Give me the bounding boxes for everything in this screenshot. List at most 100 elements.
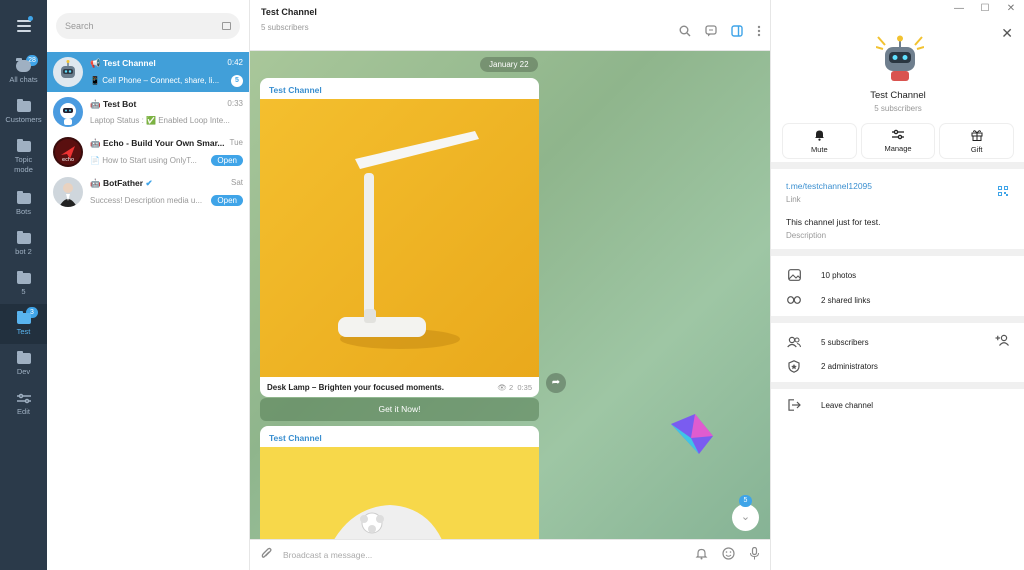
comments-icon[interactable] [705, 25, 717, 40]
folder-rail: 28 All chats Customers Topic mode Bots b… [0, 0, 47, 570]
maximize-button[interactable]: ☐ [972, 0, 998, 16]
main-menu-button[interactable] [0, 0, 47, 52]
leave-channel-item[interactable]: Leave channel [787, 398, 873, 412]
folder-icon [16, 98, 31, 112]
shared-links-item[interactable]: 2 shared links [787, 293, 870, 307]
sidebar-toggle-icon[interactable] [731, 25, 743, 40]
chat-item-botfather[interactable]: 🤖 BotFather ✔ Sat Success! Description me… [47, 172, 249, 212]
folder-icon [16, 230, 31, 244]
qr-code-icon[interactable] [998, 186, 1008, 196]
folder-label: Dev [16, 366, 31, 376]
message-input[interactable]: Broadcast a message... [283, 550, 695, 560]
channel-actions: Mute Manage Gift [783, 124, 1014, 158]
chat-title: 📢 Test Channel [90, 57, 156, 68]
folder-customers[interactable]: Customers [0, 92, 47, 132]
conversation-panel: Test Channel 5 subscribers January 22 Te… [250, 0, 770, 570]
gift-icon [971, 129, 983, 141]
folder-bots[interactable]: Bots [0, 184, 47, 224]
minimize-button[interactable]: — [946, 0, 972, 16]
menu-notification-dot [28, 16, 33, 21]
folder-label: Test [16, 326, 31, 336]
photos-item[interactable]: 10 photos [787, 268, 856, 282]
bell-icon [814, 130, 824, 141]
post-channel-name[interactable]: Test Channel [260, 426, 539, 447]
avatar [53, 97, 83, 127]
scroll-down-button[interactable]: ⌄ [732, 504, 759, 531]
folder-dev[interactable]: Dev [0, 344, 47, 384]
post-stats: 👁 2 0:35 [497, 383, 532, 392]
echo-logo-icon: echo [55, 139, 81, 165]
sliders-icon [16, 393, 31, 403]
open-button[interactable]: Open [211, 155, 243, 166]
sliders-icon [892, 129, 904, 140]
channel-post-2[interactable]: Test Channel [260, 426, 539, 539]
date-separator: January 22 [480, 57, 538, 72]
scroll-unread-badge: 5 [739, 495, 752, 507]
chat-time: 0:42 [227, 57, 243, 67]
gift-label: Gift [970, 144, 983, 154]
folder-bot-2[interactable]: bot 2 [0, 224, 47, 264]
close-window-button[interactable]: ✕ [998, 0, 1024, 16]
search-placeholder: Search [65, 21, 94, 31]
folder-label: Edit [17, 406, 30, 416]
folder-5[interactable]: 5 [0, 264, 47, 304]
channel-link[interactable]: t.me/testchannel12095 [786, 181, 872, 191]
avatar [53, 57, 83, 87]
subscribers-item[interactable]: 5 subscribers [787, 335, 869, 349]
divider [771, 249, 1024, 256]
folder-label: bot 2 [15, 246, 32, 256]
bell-icon[interactable] [695, 547, 708, 563]
people-icon [787, 335, 801, 349]
chat-background: January 22 Test Channel Desk Lamp – Brig… [250, 51, 770, 539]
game-controller-image [260, 447, 539, 539]
conversation-header[interactable]: Test Channel 5 subscribers [250, 0, 770, 51]
add-subscriber-icon[interactable] [995, 334, 1011, 346]
attach-icon[interactable] [260, 547, 272, 564]
administrators-item[interactable]: 2 administrators [787, 359, 878, 373]
chat-preview: 📱 Cell Phone – Connect, share, li... [90, 76, 220, 85]
avatar [53, 177, 83, 207]
chat-preview: 📄 How to Start using OnlyT... [90, 156, 197, 165]
mute-button[interactable]: Mute [783, 124, 856, 158]
chat-item-test-channel[interactable]: 📢 Test Channel 0:42 📱 Cell Phone – Connec… [47, 52, 249, 92]
caption-text: Desk Lamp – Brighten your focused moment… [267, 383, 444, 392]
emoji-icon[interactable] [722, 547, 735, 563]
chat-title: 🤖 Echo - Build Your Own Smar... [90, 138, 225, 148]
chat-time: Tue [229, 138, 244, 147]
channel-description: This channel just for test. [786, 217, 881, 227]
chat-time: Sat [230, 178, 243, 187]
compose-actions [695, 546, 760, 563]
chat-list-panel: Search 📢 Test Channel 0:42 📱 Cell Phone –… [47, 0, 250, 570]
gift-button[interactable]: Gift [940, 124, 1014, 158]
open-button[interactable]: Open [211, 195, 243, 206]
manage-button[interactable]: Manage [861, 124, 935, 158]
chat-item-test-bot[interactable]: 🤖 Test Bot 0:33 Laptop Status : ✅ Enabled… [47, 92, 249, 132]
search-input[interactable]: Search [56, 13, 240, 39]
folder-topic-mode[interactable]: Topic mode [0, 132, 47, 184]
description-label: Description [786, 231, 827, 240]
folder-label: 5 [21, 286, 26, 296]
folder-label: Bots [15, 206, 31, 216]
post-photo-controller[interactable] [260, 447, 539, 539]
get-it-now-button[interactable]: Get it Now! [260, 398, 539, 421]
lock-icon[interactable] [222, 22, 231, 30]
post-photo-desk-lamp[interactable] [260, 99, 539, 377]
folder-edit[interactable]: Edit [0, 384, 47, 424]
folder-all-chats[interactable]: 28 All chats [0, 52, 47, 92]
shared-links-label: 2 shared links [821, 295, 871, 305]
desk-lamp-image [260, 99, 539, 377]
forward-button[interactable]: ➦ [546, 373, 566, 393]
botfather-avatar-icon [59, 183, 77, 207]
chat-item-echo[interactable]: echo 🤖 Echo - Build Your Own Smar... Tue … [47, 132, 249, 172]
post-caption: Desk Lamp – Brighten your focused moment… [260, 377, 539, 397]
post-channel-name[interactable]: Test Channel [260, 78, 539, 99]
search-icon[interactable] [679, 25, 691, 40]
chat-preview: Success! Description media u... [90, 196, 203, 205]
more-options-icon[interactable] [757, 25, 761, 40]
close-icon[interactable]: ✕ [1001, 25, 1013, 42]
folder-test[interactable]: 3 Test [0, 304, 47, 344]
manage-label: Manage [884, 144, 912, 153]
microphone-icon[interactable] [749, 546, 760, 563]
window-controls: — ☐ ✕ [770, 0, 1024, 16]
channel-post[interactable]: Test Channel Desk Lamp – Brighten your f… [260, 78, 539, 397]
